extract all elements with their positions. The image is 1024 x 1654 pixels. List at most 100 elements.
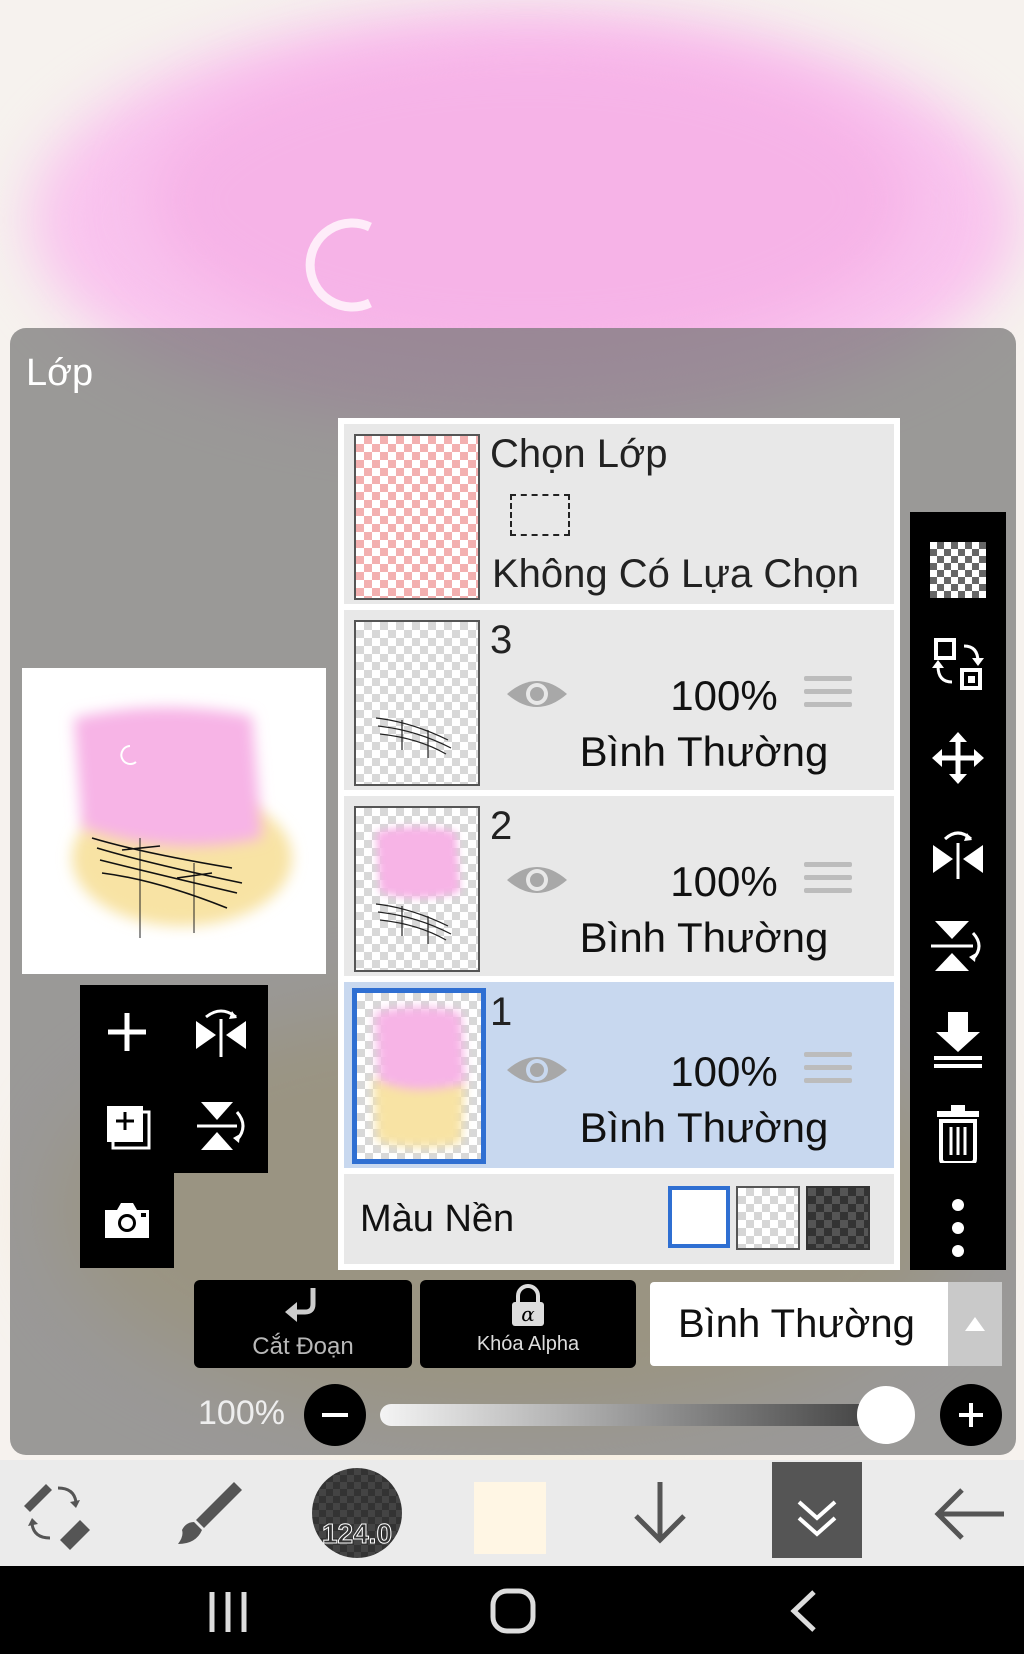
layer-name: 3 <box>490 618 513 662</box>
alpha-lock-button[interactable]: α Khóa Alpha <box>420 1280 636 1368</box>
delete-layer-button[interactable] <box>910 1094 1006 1174</box>
pink-paint-core <box>150 40 910 360</box>
brush-size-value: 124.0 <box>321 1518 393 1550</box>
more-vertical-icon <box>952 1199 964 1257</box>
duplicate-layer-icon <box>107 1106 151 1150</box>
layer-blend-mode: Bình Thường <box>579 914 829 961</box>
layer-row-3[interactable]: 3 100% Bình Thường <box>344 610 894 790</box>
drag-handle-icon[interactable] <box>804 676 852 715</box>
lock-alpha-icon: α <box>512 1284 544 1326</box>
system-navigation-bar <box>0 1566 1024 1654</box>
arrow-left-icon <box>934 1488 1004 1540</box>
layer-opacity: 100% <box>670 672 778 719</box>
drag-handle-icon[interactable] <box>804 1052 852 1091</box>
background-dark-swatch[interactable] <box>806 1186 870 1250</box>
selection-layer-status: Không Có Lựa Chọn <box>492 552 860 596</box>
selection-layer-row[interactable]: Chọn Lớp Không Có Lựa Chọn <box>344 424 894 604</box>
layer-opacity: 100% <box>670 858 778 905</box>
layer-opacity: 100% <box>670 1048 778 1095</box>
recent-apps-icon[interactable] <box>206 1590 250 1632</box>
minus-icon <box>322 1413 348 1417</box>
opacity-value: 100% <box>198 1394 285 1432</box>
clipping-button[interactable]: Cắt Đoạn <box>194 1280 412 1368</box>
plus-icon <box>959 1403 983 1427</box>
layer-name: 2 <box>490 804 513 848</box>
alpha-lock-label: Khóa Alpha <box>476 1333 580 1355</box>
layer-blend-mode: Bình Thường <box>579 728 829 775</box>
layer-list: Chọn Lớp Không Có Lựa Chọn 3 100% Bình T… <box>338 418 900 1270</box>
trash-icon <box>937 1105 979 1163</box>
opacity-increase-button[interactable] <box>940 1384 1002 1446</box>
triangle-up-icon <box>965 1317 985 1331</box>
opacity-decrease-button[interactable] <box>304 1384 366 1446</box>
flip-vertical-icon <box>931 921 981 971</box>
brush-size-button[interactable]: 124.0 <box>312 1468 402 1558</box>
brush-icon <box>178 1482 242 1544</box>
clipping-arrow-icon <box>285 1288 316 1322</box>
blend-mode-dropdown-button[interactable] <box>948 1282 1002 1366</box>
pen-eraser-swap-icon <box>24 1484 90 1550</box>
drag-handle-icon[interactable] <box>804 862 852 901</box>
blend-mode-select[interactable]: Bình Thường <box>650 1282 1002 1366</box>
flip-horizontal-right-button[interactable] <box>910 812 1006 892</box>
opacity-slider-thumb[interactable] <box>857 1386 915 1444</box>
panel-title: Lớp <box>26 352 94 394</box>
color-swatch-button[interactable] <box>474 1482 546 1554</box>
visibility-eye-icon[interactable] <box>504 672 570 716</box>
layer-blend-mode: Bình Thường <box>579 1104 829 1151</box>
layer-name: 1 <box>490 990 513 1034</box>
flip-horizontal-icon <box>933 831 983 879</box>
opacity-slider-track[interactable] <box>380 1404 900 1426</box>
layer-down-button[interactable] <box>620 1476 700 1550</box>
layer-thumbnail-1 <box>352 988 486 1164</box>
background-transparent-swatch[interactable] <box>736 1186 800 1250</box>
flip-vertical-right-button[interactable] <box>910 906 1006 986</box>
double-chevron-down-icon <box>797 1500 837 1537</box>
back-nav-icon[interactable] <box>786 1588 820 1634</box>
arrow-down-icon <box>634 1482 686 1544</box>
plus-icon <box>108 1013 146 1051</box>
visibility-eye-icon[interactable] <box>504 1048 570 1092</box>
layer-actions-toolbar <box>910 512 1006 1270</box>
moon-icon <box>305 218 372 312</box>
layer-row-1[interactable]: 1 100% Bình Thường <box>344 982 894 1168</box>
flip-vertical-icon <box>197 1102 245 1150</box>
flip-horizontal-button[interactable] <box>174 985 268 1079</box>
move-button[interactable] <box>910 718 1006 798</box>
selection-layer-title: Chọn Lớp <box>490 432 668 476</box>
background-color-row: Màu Nền <box>344 1174 894 1264</box>
move-icon <box>932 732 984 784</box>
transparency-button[interactable] <box>910 530 1006 610</box>
merge-down-button[interactable] <box>910 1000 1006 1080</box>
selection-layer-thumbnail <box>354 434 480 600</box>
layer-thumbnail-2 <box>354 806 480 972</box>
flip-vertical-button[interactable] <box>174 1079 268 1173</box>
clipping-label: Cắt Đoạn <box>252 1333 354 1360</box>
background-white-swatch[interactable] <box>668 1186 730 1248</box>
camera-icon <box>105 1203 149 1238</box>
layer-row-2[interactable]: 2 100% Bình Thường <box>344 796 894 976</box>
home-icon[interactable] <box>490 1588 536 1634</box>
brush-tool-button[interactable] <box>168 1476 248 1550</box>
opacity-slider-row: 100% <box>0 1370 1024 1460</box>
back-button[interactable] <box>930 1476 1010 1550</box>
layers-panel-button[interactable] <box>772 1462 862 1558</box>
camera-button[interactable] <box>80 1173 174 1267</box>
more-options-button[interactable] <box>910 1188 1006 1268</box>
swap-icon <box>932 638 984 690</box>
blend-mode-value: Bình Thường <box>678 1302 915 1346</box>
duplicate-layer-button[interactable] <box>80 1079 174 1173</box>
merge-down-icon <box>934 1012 982 1068</box>
background-color-label: Màu Nền <box>360 1198 515 1240</box>
canvas-preview <box>22 668 326 974</box>
visibility-eye-icon[interactable] <box>504 858 570 902</box>
selection-marquee-icon <box>510 494 570 536</box>
add-layer-button[interactable] <box>80 985 174 1079</box>
bottom-toolbar: 124.0 <box>0 1460 1024 1566</box>
tool-switch-button[interactable] <box>16 1476 96 1550</box>
flip-horizontal-icon <box>196 1009 246 1057</box>
layer-thumbnail-3 <box>354 620 480 786</box>
svg-text:α: α <box>521 1302 535 1326</box>
checker-icon <box>930 542 986 598</box>
swap-layer-button[interactable] <box>910 624 1006 704</box>
